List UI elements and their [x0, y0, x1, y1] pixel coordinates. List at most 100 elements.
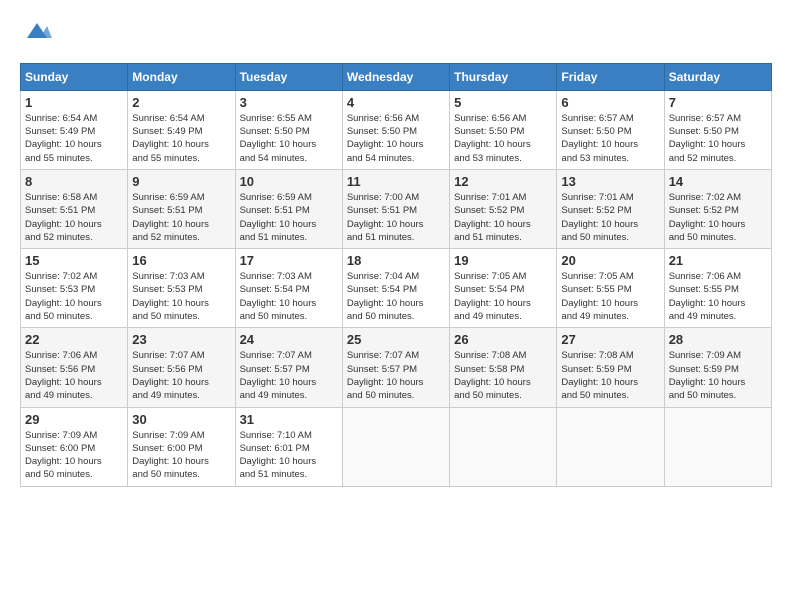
day-number: 11	[347, 174, 445, 189]
day-number: 14	[669, 174, 767, 189]
calendar-cell: 24Sunrise: 7:07 AM Sunset: 5:57 PM Dayli…	[235, 328, 342, 407]
calendar-cell: 17Sunrise: 7:03 AM Sunset: 5:54 PM Dayli…	[235, 249, 342, 328]
day-info: Sunrise: 6:55 AM Sunset: 5:50 PM Dayligh…	[240, 112, 338, 165]
day-info: Sunrise: 6:57 AM Sunset: 5:50 PM Dayligh…	[561, 112, 659, 165]
day-info: Sunrise: 7:09 AM Sunset: 6:00 PM Dayligh…	[25, 429, 123, 482]
calendar-cell: 25 Sunrise: 7:07 AM Sunset: 5:57 PM Dayli…	[342, 328, 449, 407]
calendar-cell: 2Sunrise: 6:54 AM Sunset: 5:49 PM Daylig…	[128, 90, 235, 169]
calendar-cell: 9 Sunrise: 6:59 AM Sunset: 5:51 PM Daylig…	[128, 169, 235, 248]
day-info: Sunrise: 7:08 AM Sunset: 5:58 PM Dayligh…	[454, 349, 552, 402]
calendar-cell: 22Sunrise: 7:06 AM Sunset: 5:56 PM Dayli…	[21, 328, 128, 407]
day-number: 28	[669, 332, 767, 347]
day-number: 1	[25, 95, 123, 110]
logo-icon	[22, 18, 52, 46]
day-number: 27	[561, 332, 659, 347]
day-info: Sunrise: 7:04 AM Sunset: 5:54 PM Dayligh…	[347, 270, 445, 323]
day-number: 23	[132, 332, 230, 347]
day-info: Sunrise: 6:58 AM Sunset: 5:51 PM Dayligh…	[25, 191, 123, 244]
calendar-cell: 1 Sunrise: 6:54 AM Sunset: 5:49 PM Daylig…	[21, 90, 128, 169]
calendar-cell: 4 Sunrise: 6:56 AM Sunset: 5:50 PM Daylig…	[342, 90, 449, 169]
day-number: 10	[240, 174, 338, 189]
day-number: 24	[240, 332, 338, 347]
day-info: Sunrise: 7:02 AM Sunset: 5:52 PM Dayligh…	[669, 191, 767, 244]
calendar-cell: 15 Sunrise: 7:02 AM Sunset: 5:53 PM Dayli…	[21, 249, 128, 328]
calendar-cell: 26 Sunrise: 7:08 AM Sunset: 5:58 PM Dayli…	[450, 328, 557, 407]
day-number: 18	[347, 253, 445, 268]
day-info: Sunrise: 7:01 AM Sunset: 5:52 PM Dayligh…	[561, 191, 659, 244]
calendar-cell: 5 Sunrise: 6:56 AM Sunset: 5:50 PM Daylig…	[450, 90, 557, 169]
day-number: 31	[240, 412, 338, 427]
day-number: 3	[240, 95, 338, 110]
calendar-cell: 30 Sunrise: 7:09 AM Sunset: 6:00 PM Dayli…	[128, 407, 235, 486]
calendar-body: 1 Sunrise: 6:54 AM Sunset: 5:49 PM Daylig…	[21, 90, 772, 486]
calendar-cell: 18 Sunrise: 7:04 AM Sunset: 5:54 PM Dayli…	[342, 249, 449, 328]
weekday-header: Wednesday	[342, 63, 449, 90]
day-info: Sunrise: 7:05 AM Sunset: 5:55 PM Dayligh…	[561, 270, 659, 323]
day-number: 4	[347, 95, 445, 110]
day-info: Sunrise: 6:59 AM Sunset: 5:51 PM Dayligh…	[132, 191, 230, 244]
day-number: 9	[132, 174, 230, 189]
calendar-cell: 10 Sunrise: 6:59 AM Sunset: 5:51 PM Dayli…	[235, 169, 342, 248]
day-number: 20	[561, 253, 659, 268]
day-number: 19	[454, 253, 552, 268]
page-header	[20, 20, 772, 53]
calendar-cell: 6 Sunrise: 6:57 AM Sunset: 5:50 PM Daylig…	[557, 90, 664, 169]
day-number: 16	[132, 253, 230, 268]
calendar-cell	[450, 407, 557, 486]
day-number: 29	[25, 412, 123, 427]
day-info: Sunrise: 7:05 AM Sunset: 5:54 PM Dayligh…	[454, 270, 552, 323]
day-info: Sunrise: 7:07 AM Sunset: 5:56 PM Dayligh…	[132, 349, 230, 402]
day-info: Sunrise: 7:08 AM Sunset: 5:59 PM Dayligh…	[561, 349, 659, 402]
day-info: Sunrise: 7:03 AM Sunset: 5:54 PM Dayligh…	[240, 270, 338, 323]
day-info: Sunrise: 6:54 AM Sunset: 5:49 PM Dayligh…	[132, 112, 230, 165]
day-info: Sunrise: 6:56 AM Sunset: 5:50 PM Dayligh…	[347, 112, 445, 165]
day-info: Sunrise: 7:06 AM Sunset: 5:55 PM Dayligh…	[669, 270, 767, 323]
calendar-cell: 8 Sunrise: 6:58 AM Sunset: 5:51 PM Daylig…	[21, 169, 128, 248]
day-info: Sunrise: 6:59 AM Sunset: 5:51 PM Dayligh…	[240, 191, 338, 244]
calendar-cell	[557, 407, 664, 486]
calendar-cell: 31 Sunrise: 7:10 AM Sunset: 6:01 PM Dayli…	[235, 407, 342, 486]
calendar-cell: 7 Sunrise: 6:57 AM Sunset: 5:50 PM Daylig…	[664, 90, 771, 169]
day-info: Sunrise: 7:00 AM Sunset: 5:51 PM Dayligh…	[347, 191, 445, 244]
calendar-cell: 27 Sunrise: 7:08 AM Sunset: 5:59 PM Dayli…	[557, 328, 664, 407]
weekday-header: Thursday	[450, 63, 557, 90]
day-number: 8	[25, 174, 123, 189]
day-number: 7	[669, 95, 767, 110]
calendar-cell: 28 Sunrise: 7:09 AM Sunset: 5:59 PM Dayli…	[664, 328, 771, 407]
calendar-cell: 16 Sunrise: 7:03 AM Sunset: 5:53 PM Dayli…	[128, 249, 235, 328]
day-info: Sunrise: 6:56 AM Sunset: 5:50 PM Dayligh…	[454, 112, 552, 165]
calendar-cell	[664, 407, 771, 486]
calendar-cell	[342, 407, 449, 486]
calendar-week-row: 22Sunrise: 7:06 AM Sunset: 5:56 PM Dayli…	[21, 328, 772, 407]
day-number: 30	[132, 412, 230, 427]
day-info: Sunrise: 7:03 AM Sunset: 5:53 PM Dayligh…	[132, 270, 230, 323]
calendar-week-row: 8 Sunrise: 6:58 AM Sunset: 5:51 PM Daylig…	[21, 169, 772, 248]
weekday-header: Sunday	[21, 63, 128, 90]
day-info: Sunrise: 7:09 AM Sunset: 5:59 PM Dayligh…	[669, 349, 767, 402]
calendar-cell: 13Sunrise: 7:01 AM Sunset: 5:52 PM Dayli…	[557, 169, 664, 248]
day-info: Sunrise: 6:57 AM Sunset: 5:50 PM Dayligh…	[669, 112, 767, 165]
day-info: Sunrise: 7:07 AM Sunset: 5:57 PM Dayligh…	[347, 349, 445, 402]
day-info: Sunrise: 7:10 AM Sunset: 6:01 PM Dayligh…	[240, 429, 338, 482]
calendar-cell: 11 Sunrise: 7:00 AM Sunset: 5:51 PM Dayli…	[342, 169, 449, 248]
day-number: 6	[561, 95, 659, 110]
calendar-cell: 12Sunrise: 7:01 AM Sunset: 5:52 PM Dayli…	[450, 169, 557, 248]
calendar-cell: 20 Sunrise: 7:05 AM Sunset: 5:55 PM Dayli…	[557, 249, 664, 328]
calendar-cell: 14 Sunrise: 7:02 AM Sunset: 5:52 PM Dayli…	[664, 169, 771, 248]
calendar-cell: 23 Sunrise: 7:07 AM Sunset: 5:56 PM Dayli…	[128, 328, 235, 407]
calendar-week-row: 15 Sunrise: 7:02 AM Sunset: 5:53 PM Dayli…	[21, 249, 772, 328]
day-number: 26	[454, 332, 552, 347]
day-number: 22	[25, 332, 123, 347]
calendar-week-row: 1 Sunrise: 6:54 AM Sunset: 5:49 PM Daylig…	[21, 90, 772, 169]
calendar-table: SundayMondayTuesdayWednesdayThursdayFrid…	[20, 63, 772, 487]
day-number: 15	[25, 253, 123, 268]
calendar-cell: 3 Sunrise: 6:55 AM Sunset: 5:50 PM Daylig…	[235, 90, 342, 169]
day-info: Sunrise: 7:02 AM Sunset: 5:53 PM Dayligh…	[25, 270, 123, 323]
day-info: Sunrise: 6:54 AM Sunset: 5:49 PM Dayligh…	[25, 112, 123, 165]
day-number: 5	[454, 95, 552, 110]
day-number: 25	[347, 332, 445, 347]
calendar-cell: 29 Sunrise: 7:09 AM Sunset: 6:00 PM Dayli…	[21, 407, 128, 486]
calendar-week-row: 29 Sunrise: 7:09 AM Sunset: 6:00 PM Dayli…	[21, 407, 772, 486]
calendar-header-row: SundayMondayTuesdayWednesdayThursdayFrid…	[21, 63, 772, 90]
day-info: Sunrise: 7:09 AM Sunset: 6:00 PM Dayligh…	[132, 429, 230, 482]
